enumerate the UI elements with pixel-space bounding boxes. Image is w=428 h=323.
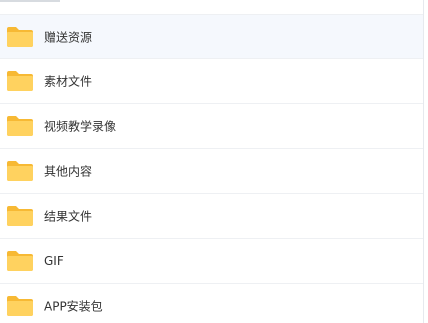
folder-icon: [7, 71, 33, 91]
folder-row[interactable]: APP安装包: [0, 284, 423, 323]
folder-row[interactable]: 结果文件: [0, 194, 423, 239]
folder-icon: [7, 26, 33, 47]
folder-row[interactable]: 其他内容: [0, 149, 423, 194]
folder-icon: [7, 116, 33, 136]
folder-name: 结果文件: [44, 209, 93, 224]
folder-row[interactable]: GIF: [0, 239, 423, 284]
folder-name: 视频教学录像: [44, 119, 117, 134]
folder-row[interactable]: 赠送资源: [0, 14, 423, 59]
folder-icon: [7, 161, 33, 181]
folder-name: GIF: [44, 254, 64, 268]
folder-name: 赠送资源: [44, 30, 93, 44]
folder-icon: [7, 206, 33, 226]
folder-icon: [7, 296, 33, 316]
pane-divider: [423, 0, 424, 323]
folder-row[interactable]: 视频教学录像: [0, 104, 423, 149]
folder-icon: [7, 251, 33, 271]
folder-list: 赠送资源 素材文件 视频教学录像 其他内容 结果文件 GIF APP安装包: [0, 14, 423, 323]
file-browser-pane: 赠送资源 素材文件 视频教学录像 其他内容 结果文件 GIF APP安装包: [0, 0, 428, 323]
folder-name: 其他内容: [44, 164, 93, 179]
header-remnant: [0, 0, 60, 2]
folder-name: APP安装包: [44, 299, 103, 314]
folder-name: 素材文件: [44, 74, 93, 89]
folder-row[interactable]: 素材文件: [0, 59, 423, 104]
